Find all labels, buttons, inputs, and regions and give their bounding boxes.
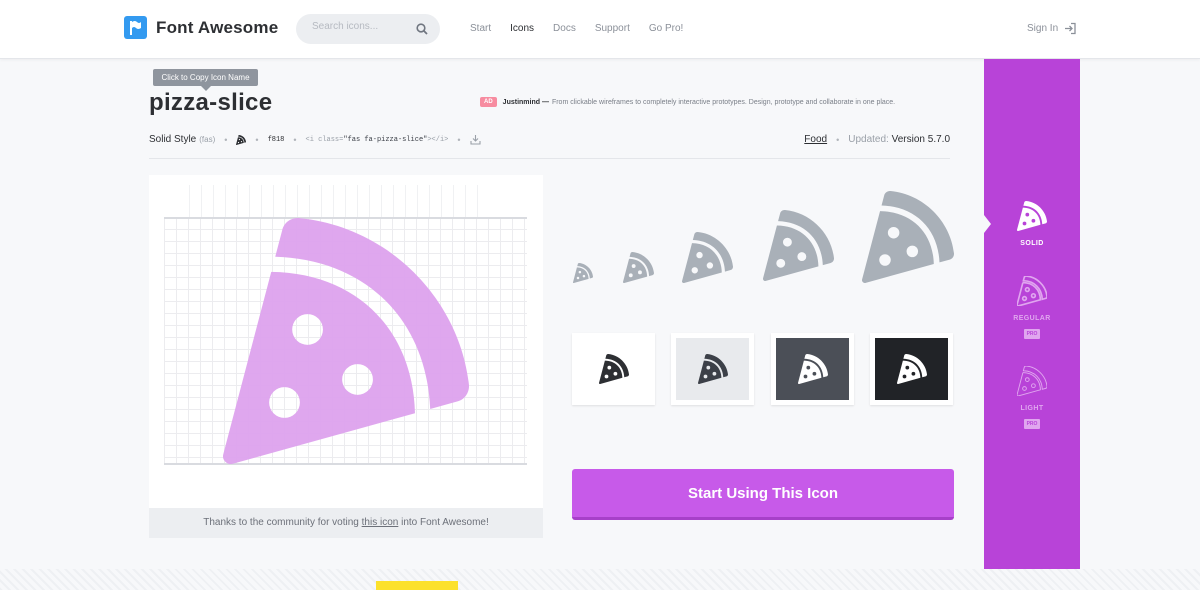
ad-text: From clickable wireframes to completely … [551,98,896,106]
html-snippet[interactable]: <i class="fas fa-pizza-slice"></i> [306,136,449,144]
top-navbar: Font Awesome Start Icons Docs Support Go… [0,0,1200,59]
style-option-label: REGULAR [1013,315,1051,322]
brand-name: Font Awesome [156,17,279,37]
ad-banner[interactable]: AD Justinmind — From clickable wireframe… [480,97,895,107]
nav-start[interactable]: Start [470,23,491,34]
icon-name-title[interactable]: pizza-slice [149,89,272,117]
style-prefix: (fas) [199,135,216,144]
pizza-slice-icon [763,210,834,281]
style-option-solid[interactable]: SOLID [984,200,1080,247]
pizza-slice-icon [862,191,954,283]
start-using-icon-button[interactable]: Start Using This Icon [572,469,954,520]
style-option-regular[interactable]: REGULAR PRO [984,275,1080,340]
ad-sponsor: Justinmind — [502,98,549,106]
brand-logo[interactable]: Font Awesome [124,16,278,39]
style-option-label: SOLID [1020,240,1044,247]
footer-pattern [0,569,1200,590]
flag-icon [124,16,147,39]
bg-preview-white[interactable] [572,333,655,405]
sign-in-label: Sign In [1027,23,1059,34]
updated-label: Updated: [848,134,889,145]
pizza-slice-icon [623,252,654,283]
pizza-slice-icon [896,354,927,384]
bg-preview-light-gray[interactable] [671,333,754,405]
search-icon[interactable] [416,22,428,40]
icon-meta-row: Solid Style (fas) • • f818 • <i class="f… [149,134,950,145]
style-label: Solid Style [149,134,197,145]
pizza-slice-icon [697,354,728,384]
pizza-slice-icon [797,354,828,384]
pizza-slice-icon [573,263,593,283]
version-value: Version 5.7.0 [891,134,950,145]
thanks-note: Thanks to the community for voting this … [149,508,543,538]
icon-preview-canvas [149,175,543,508]
thanks-link[interactable]: this icon [362,517,399,528]
pizza-slice-icon [682,232,733,283]
unicode-value[interactable]: f818 [268,136,285,144]
style-option-light[interactable]: LIGHT PRO [984,365,1080,430]
bg-preview-black[interactable] [870,333,953,405]
sign-in-icon [1065,22,1076,35]
download-icon[interactable] [469,134,481,145]
style-option-label: LIGHT [1020,405,1044,412]
ad-badge: AD [480,97,497,107]
nav-docs[interactable]: Docs [553,23,576,34]
sign-in-link[interactable]: Sign In [1027,22,1077,35]
pizza-slice-icon[interactable] [236,134,247,145]
pro-badge: PRO [1023,419,1041,429]
search-bar[interactable] [296,14,440,44]
pizza-slice-icon [223,218,469,464]
nav-support[interactable]: Support [595,23,630,34]
pizza-slice-icon [1016,275,1048,307]
footer-banner[interactable] [376,581,458,590]
pizza-slice-icon [1017,200,1047,231]
pizza-slice-icon [1016,365,1048,397]
main-nav: Start Icons Docs Support Go Pro! [470,23,702,34]
pro-badge: PRO [1023,329,1041,339]
nav-icons[interactable]: Icons [510,23,534,34]
style-switcher: SOLID REGULAR PRO LIGHT PRO [984,59,1080,569]
nav-go-pro[interactable]: Go Pro! [649,23,683,34]
pizza-slice-icon [598,354,629,384]
category-link[interactable]: Food [804,134,827,145]
divider [149,158,950,159]
bg-preview-dark-gray[interactable] [771,333,854,405]
copy-name-tooltip: Click to Copy Icon Name [153,69,258,91]
search-input[interactable] [312,21,412,32]
